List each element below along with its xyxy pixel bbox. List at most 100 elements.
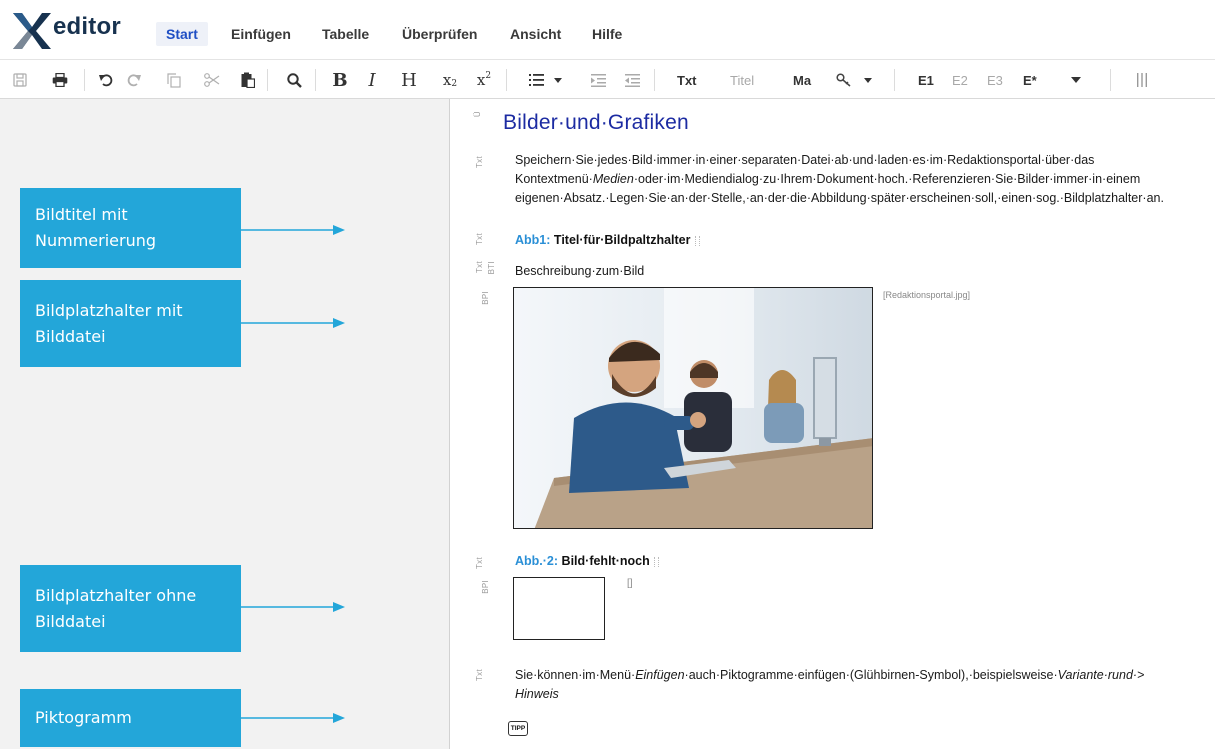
figure-caption[interactable]: Abb1: Titel·für·Bildpaltzhalter [515, 233, 700, 247]
list-dropdown[interactable] [524, 61, 568, 99]
style-e-star-dropdown[interactable] [1069, 61, 1083, 99]
cut-button[interactable] [202, 61, 222, 99]
empty-image-placeholder[interactable] [513, 577, 605, 640]
tab-start[interactable]: Start [156, 22, 208, 46]
outdent-icon [624, 73, 640, 87]
left-panel: Bildtitel mit Nummerierung Bildplatzhalt… [0, 99, 450, 749]
search-icon [286, 72, 302, 88]
style-e-star-button[interactable]: E* [1023, 61, 1037, 99]
text-span: ·auch·Piktogramme·einfügen·(Glühbirnen-S… [684, 668, 1058, 682]
logo-x-icon [13, 13, 51, 49]
image-placeholder[interactable] [513, 287, 873, 529]
element-tag: Txt [475, 557, 484, 570]
chevron-down-icon [1071, 77, 1081, 83]
element-tag: Txt [475, 156, 484, 169]
element-tag: Txt [475, 233, 484, 246]
figure-number: Abb1: [515, 233, 551, 247]
text-span: Sie·können·im·Menü· [515, 668, 636, 682]
paste-button[interactable] [238, 61, 258, 99]
marker-icon [694, 235, 700, 246]
redo-icon [127, 74, 141, 87]
office-photo-icon [514, 288, 872, 528]
undo-icon [99, 74, 113, 87]
list-icon [529, 74, 562, 86]
figure-title: Titel·für·Bildpaltzhalter [553, 233, 691, 247]
callout-text: Bildtitel mit Nummerierung [35, 205, 157, 250]
style-txt-button[interactable]: Txt [677, 61, 697, 99]
redo-button[interactable] [124, 61, 144, 99]
element-tag: Ü [473, 111, 482, 118]
heading-icon[interactable]: H [398, 61, 420, 99]
italic-span: Einfügen [635, 668, 685, 682]
menubar: editor Start Einfügen Tabelle Überprüfen… [0, 0, 1215, 60]
text-span: ·oder·im·Mediendialog·zu·Ihrem·Dokument·… [633, 172, 1141, 186]
cut-icon [204, 73, 220, 87]
copy-button[interactable] [164, 61, 184, 99]
callout-bildplatzhalter-mit: Bildplatzhalter mit Bilddatei [20, 280, 241, 367]
arrow-icon [241, 225, 345, 235]
style-ma-button[interactable]: Ma [793, 61, 811, 99]
element-tag: BPI [481, 291, 490, 305]
separator [267, 69, 268, 91]
arrow-icon [241, 318, 345, 328]
undo-button[interactable] [96, 61, 116, 99]
paragraph-line: Speichern·Sie·jedes·Bild·immer·in·einer·… [515, 153, 1095, 167]
toolbar: B I H x2 x2 Txt Titel Ma E1 E2 E3 E* [0, 61, 1215, 99]
callout-bildtitel: Bildtitel mit Nummerierung [20, 188, 241, 268]
figure-title: Bild·fehlt·noch [561, 554, 650, 568]
italic-span: Medien [592, 172, 634, 186]
tab-tabelle[interactable]: Tabelle [312, 22, 379, 46]
document-area[interactable]: Ü Txt Txt Txt BTI BPI Txt BPI Txt Bilder… [451, 99, 1215, 749]
subscript-icon[interactable]: x2 [440, 61, 460, 99]
style-e1-button[interactable]: E1 [918, 61, 934, 99]
indent-button[interactable] [588, 61, 608, 99]
figure-number: Abb.·2: [515, 554, 559, 568]
marker-icon [653, 556, 659, 567]
paragraph[interactable]: Sie·können·im·Menü·Einfügen·auch·Piktogr… [515, 666, 1144, 704]
element-tag: Txt [475, 669, 484, 682]
italic-icon[interactable]: I [362, 61, 382, 99]
key-dropdown[interactable] [832, 61, 878, 99]
save-button[interactable] [10, 61, 30, 99]
style-titel-button[interactable]: Titel [730, 61, 754, 99]
italic-span: Variante·rund·> [1057, 668, 1145, 682]
save-icon [13, 73, 27, 87]
print-icon [52, 73, 68, 87]
arrow-icon [241, 602, 345, 612]
paragraph-line: Hinweis [515, 685, 1144, 704]
callout-text: Piktogramm [35, 708, 132, 727]
style-e3-button[interactable]: E3 [987, 61, 1003, 99]
search-button[interactable] [284, 61, 304, 99]
arrow-icon [241, 713, 345, 723]
print-button[interactable] [49, 61, 71, 99]
bold-icon[interactable]: B [330, 61, 350, 99]
element-tag: BTI [487, 261, 496, 275]
tab-einfuegen[interactable]: Einfügen [221, 22, 301, 46]
columns-button[interactable] [1134, 61, 1150, 99]
copy-icon [167, 72, 181, 88]
superscript-icon[interactable]: x2 [474, 61, 494, 99]
callout-piktogramm: Piktogramm [20, 689, 241, 747]
italic-span: Hinweis [515, 687, 559, 701]
callout-bildplatzhalter-ohne: Bildplatzhalter ohne Bilddatei [20, 565, 241, 652]
tab-ansicht[interactable]: Ansicht [500, 22, 571, 46]
image-filename: [] [627, 578, 633, 589]
indent-icon [590, 73, 606, 87]
paragraph-line: eigenen·Absatz.·Legen·Sie·an·der·Stelle,… [515, 191, 1164, 205]
outdent-button[interactable] [622, 61, 642, 99]
paragraph[interactable]: Speichern·Sie·jedes·Bild·immer·in·einer·… [515, 151, 1164, 208]
tab-ueberpruefen[interactable]: Überprüfen [392, 22, 487, 46]
paragraph-line: Kontextmenü·Medien·oder·im·Mediendialog·… [515, 170, 1164, 189]
paste-icon [241, 72, 255, 88]
image-filename: [Redaktionsportal.jpg] [883, 290, 971, 300]
element-tag: Txt [475, 261, 484, 274]
style-e2-button[interactable]: E2 [952, 61, 968, 99]
section-heading[interactable]: Bilder·und·Grafiken [503, 111, 689, 135]
separator [894, 69, 895, 91]
columns-icon [1137, 73, 1147, 87]
figure-caption[interactable]: Abb.·2: Bild·fehlt·noch [515, 554, 659, 568]
figure-description[interactable]: Beschreibung·zum·Bild [515, 262, 644, 281]
tipp-pictogram-icon[interactable]: TIPP [508, 721, 528, 736]
app-logo: editor [13, 9, 143, 53]
tab-hilfe[interactable]: Hilfe [582, 22, 632, 46]
